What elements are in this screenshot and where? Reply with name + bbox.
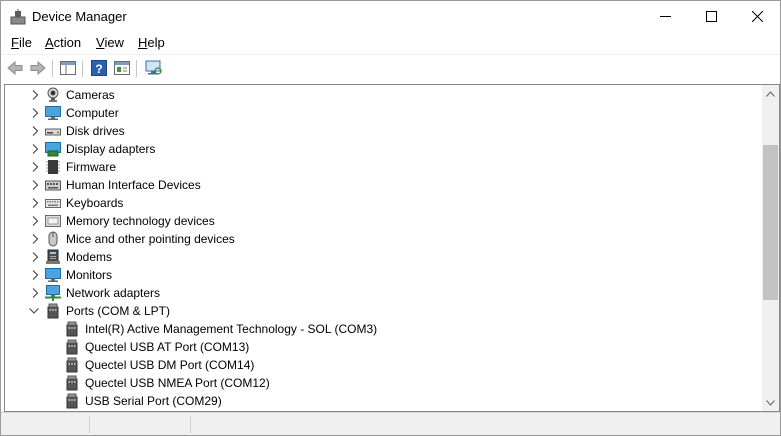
- expand-chevron-icon[interactable]: [30, 143, 40, 155]
- tree-category-human-interface-devices[interactable]: Human Interface Devices: [5, 176, 761, 194]
- tree-item-label: Human Interface Devices: [66, 178, 201, 192]
- minimize-button[interactable]: [642, 1, 688, 32]
- tree-item-label: Computer: [66, 106, 119, 120]
- tree-category-network-adapters[interactable]: Network adapters: [5, 284, 761, 302]
- tree-item-label: Disk drives: [66, 124, 125, 138]
- tree-item-label: Display adapters: [66, 142, 156, 156]
- tree-category-firmware[interactable]: Firmware: [5, 158, 761, 176]
- tree-device-quectel-usb-nmea-port-com12[interactable]: Quectel USB NMEA Port (COM12): [5, 374, 761, 392]
- menu-file[interactable]: File: [11, 35, 32, 50]
- tree-item-label: Mice and other pointing devices: [66, 232, 235, 246]
- scroll-up-arrow-icon[interactable]: [762, 85, 779, 102]
- display-adapter-icon: [45, 141, 61, 157]
- tree-item-label: Network adapters: [66, 286, 161, 300]
- tree-item-label: Modems: [66, 250, 113, 264]
- status-pane: [1, 416, 90, 433]
- title-bar[interactable]: Device Manager: [1, 1, 780, 32]
- device-manager-app-icon: [10, 9, 26, 25]
- mouse-icon: [45, 231, 61, 247]
- expand-chevron-icon[interactable]: [30, 179, 40, 191]
- toolbar-separator: [82, 60, 83, 77]
- status-bar: [1, 412, 780, 435]
- port-icon: [64, 357, 80, 373]
- hid-icon: [45, 177, 61, 193]
- expand-chevron-icon[interactable]: [30, 197, 40, 209]
- modem-icon: [45, 249, 61, 265]
- disk-drive-icon: [45, 123, 61, 139]
- tree-device-quectel-usb-at-port-com13[interactable]: Quectel USB AT Port (COM13): [5, 338, 761, 356]
- expand-chevron-icon[interactable]: [30, 89, 40, 101]
- expand-chevron-icon[interactable]: [30, 233, 40, 245]
- show-hide-console-tree-icon[interactable]: [58, 58, 78, 78]
- computer-icon: [45, 105, 61, 121]
- tree-item-label: Quectel USB AT Port (COM13): [85, 340, 250, 354]
- menu-view[interactable]: View: [96, 35, 124, 50]
- network-adapter-icon: [45, 285, 61, 301]
- expand-chevron-icon[interactable]: [30, 269, 40, 281]
- menu-bar: File Action View Help: [1, 32, 780, 53]
- close-button[interactable]: [734, 1, 780, 32]
- help-icon[interactable]: ?: [89, 58, 109, 78]
- forward-arrow-icon[interactable]: [28, 58, 48, 78]
- collapse-chevron-icon[interactable]: [28, 305, 39, 317]
- device-tree-panel[interactable]: Cameras Computer Disk drives Display adapte…: [4, 84, 780, 412]
- menu-action[interactable]: Action: [45, 35, 81, 50]
- tree-device-intel-r-active-management-technology-sol-com3[interactable]: Intel(R) Active Management Technology - …: [5, 320, 761, 338]
- scrollbar-thumb[interactable]: [763, 145, 778, 300]
- toolbar-separator: [136, 60, 137, 77]
- camera-icon: [45, 87, 61, 103]
- tree-item-label: Firmware: [66, 160, 116, 174]
- tree-item-label: Intel(R) Active Management Technology - …: [85, 322, 378, 336]
- port-icon: [64, 321, 80, 337]
- port-icon: [64, 393, 80, 409]
- menu-help[interactable]: Help: [138, 35, 165, 50]
- expand-chevron-icon[interactable]: [30, 287, 40, 299]
- tree-category-disk-drives[interactable]: Disk drives: [5, 122, 761, 140]
- tree-category-memory-technology-devices[interactable]: Memory technology devices: [5, 212, 761, 230]
- toolbar-separator: [52, 60, 53, 77]
- device-manager-window: Device Manager File Action View Help ? C…: [0, 0, 781, 436]
- tree-device-usb-serial-port-com29[interactable]: USB Serial Port (COM29): [5, 392, 761, 410]
- tree-item-label: USB Serial Port (COM29): [85, 394, 222, 408]
- tree-item-label: Keyboards: [66, 196, 124, 210]
- expand-chevron-icon[interactable]: [30, 215, 40, 227]
- toolbar: ?: [1, 54, 780, 82]
- expand-chevron-icon[interactable]: [30, 125, 40, 137]
- svg-text:?: ?: [95, 62, 102, 76]
- scan-hardware-icon[interactable]: [144, 58, 164, 78]
- vertical-scrollbar[interactable]: [762, 85, 779, 411]
- monitor-icon: [45, 267, 61, 283]
- tree-item-label: Quectel USB NMEA Port (COM12): [85, 376, 270, 390]
- tree-category-cameras[interactable]: Cameras: [5, 86, 761, 104]
- expand-chevron-icon[interactable]: [30, 251, 40, 263]
- expand-chevron-icon[interactable]: [30, 107, 40, 119]
- memory-icon: [45, 213, 61, 229]
- firmware-icon: [45, 159, 61, 175]
- port-icon: [64, 375, 80, 391]
- tree-category-display-adapters[interactable]: Display adapters: [5, 140, 761, 158]
- tree-category-mice-and-other-pointing-devices[interactable]: Mice and other pointing devices: [5, 230, 761, 248]
- tree-item-label: Quectel USB DM Port (COM14): [85, 358, 255, 372]
- scroll-down-arrow-icon[interactable]: [762, 394, 779, 411]
- properties-icon[interactable]: [112, 58, 132, 78]
- keyboard-icon: [45, 195, 61, 211]
- tree-category-keyboards[interactable]: Keyboards: [5, 194, 761, 212]
- maximize-button[interactable]: [688, 1, 734, 32]
- tree-device-quectel-usb-dm-port-com14[interactable]: Quectel USB DM Port (COM14): [5, 356, 761, 374]
- back-arrow-icon[interactable]: [5, 58, 25, 78]
- window-title: Device Manager: [32, 9, 127, 24]
- tree-category-ports-com-lpt[interactable]: Ports (COM & LPT): [5, 302, 761, 320]
- expand-chevron-icon[interactable]: [30, 161, 40, 173]
- tree-item-label: Memory technology devices: [66, 214, 215, 228]
- tree-item-label: Ports (COM & LPT): [66, 304, 171, 318]
- status-pane: [90, 416, 191, 433]
- port-icon: [45, 303, 61, 319]
- tree-category-computer[interactable]: Computer: [5, 104, 761, 122]
- tree-item-label: Cameras: [66, 88, 115, 102]
- tree-category-monitors[interactable]: Monitors: [5, 266, 761, 284]
- port-icon: [64, 339, 80, 355]
- tree-item-label: Monitors: [66, 268, 113, 282]
- tree-category-modems[interactable]: Modems: [5, 248, 761, 266]
